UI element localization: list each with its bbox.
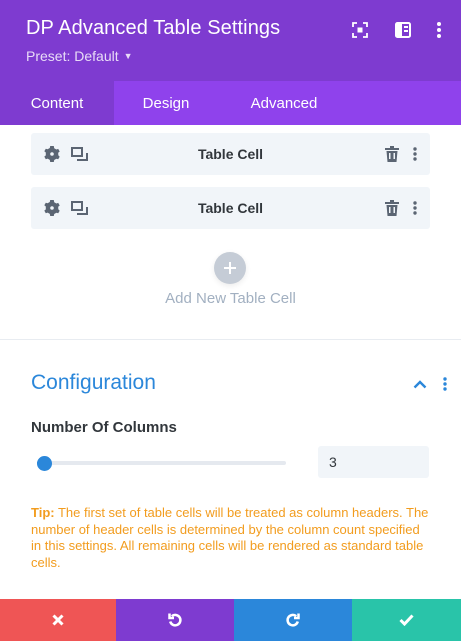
tip-prefix: Tip: xyxy=(31,505,55,520)
modal-header: DP Advanced Table Settings Preset: Defau… xyxy=(0,0,461,81)
save-button[interactable] xyxy=(352,599,461,641)
table-cell-label: Table Cell xyxy=(197,200,264,216)
more-options-icon[interactable] xyxy=(437,376,453,392)
tab-bar: Content Design Advanced xyxy=(0,81,461,125)
redo-icon xyxy=(286,613,300,627)
more-options-icon[interactable] xyxy=(405,198,425,218)
duplicate-icon[interactable] xyxy=(69,144,89,164)
columns-number-input[interactable] xyxy=(318,446,429,478)
more-options-icon[interactable] xyxy=(405,144,425,164)
columns-slider-handle[interactable] xyxy=(36,456,52,471)
modal-title: DP Advanced Table Settings xyxy=(26,17,281,39)
duplicate-icon[interactable] xyxy=(69,198,89,218)
table-cell-item[interactable]: Table Cell xyxy=(31,133,430,175)
add-table-cell-button[interactable] xyxy=(214,252,246,284)
chevron-up-icon[interactable] xyxy=(412,376,428,392)
table-cell-label: Table Cell xyxy=(197,146,264,162)
preset-label: Preset: Default xyxy=(26,48,119,64)
more-options-icon[interactable] xyxy=(429,20,449,40)
gear-icon[interactable] xyxy=(42,144,62,164)
configuration-section-title[interactable]: Configuration xyxy=(31,371,156,395)
tip-body: The first set of table cells will be tre… xyxy=(31,505,429,570)
redo-button[interactable] xyxy=(234,599,352,641)
plus-icon xyxy=(224,262,236,274)
settings-panel[interactable]: Table Cell Table Cell Add New Table Cell… xyxy=(0,125,461,599)
tab-advanced[interactable]: Advanced xyxy=(218,81,350,125)
undo-icon xyxy=(168,613,182,627)
trash-icon[interactable] xyxy=(382,144,402,164)
action-footer xyxy=(0,599,461,641)
close-icon xyxy=(52,614,64,626)
add-table-cell-label[interactable]: Add New Table Cell xyxy=(0,290,461,307)
preset-selector[interactable]: Preset: Default ▼ xyxy=(26,48,133,64)
undo-button[interactable] xyxy=(116,599,234,641)
tip-text: Tip: The first set of table cells will b… xyxy=(31,505,431,571)
check-icon xyxy=(399,614,414,626)
focus-mode-icon[interactable] xyxy=(350,20,370,40)
gear-icon[interactable] xyxy=(42,198,62,218)
tab-design[interactable]: Design xyxy=(114,81,218,125)
tab-content[interactable]: Content xyxy=(0,81,114,125)
number-of-columns-label: Number Of Columns xyxy=(31,419,177,436)
section-divider xyxy=(0,339,461,340)
table-cell-item[interactable]: Table Cell xyxy=(31,187,430,229)
caret-down-icon: ▼ xyxy=(123,51,133,61)
trash-icon[interactable] xyxy=(382,198,402,218)
discard-button[interactable] xyxy=(0,599,116,641)
columns-slider-track[interactable] xyxy=(37,461,286,465)
split-view-icon[interactable] xyxy=(393,20,413,40)
